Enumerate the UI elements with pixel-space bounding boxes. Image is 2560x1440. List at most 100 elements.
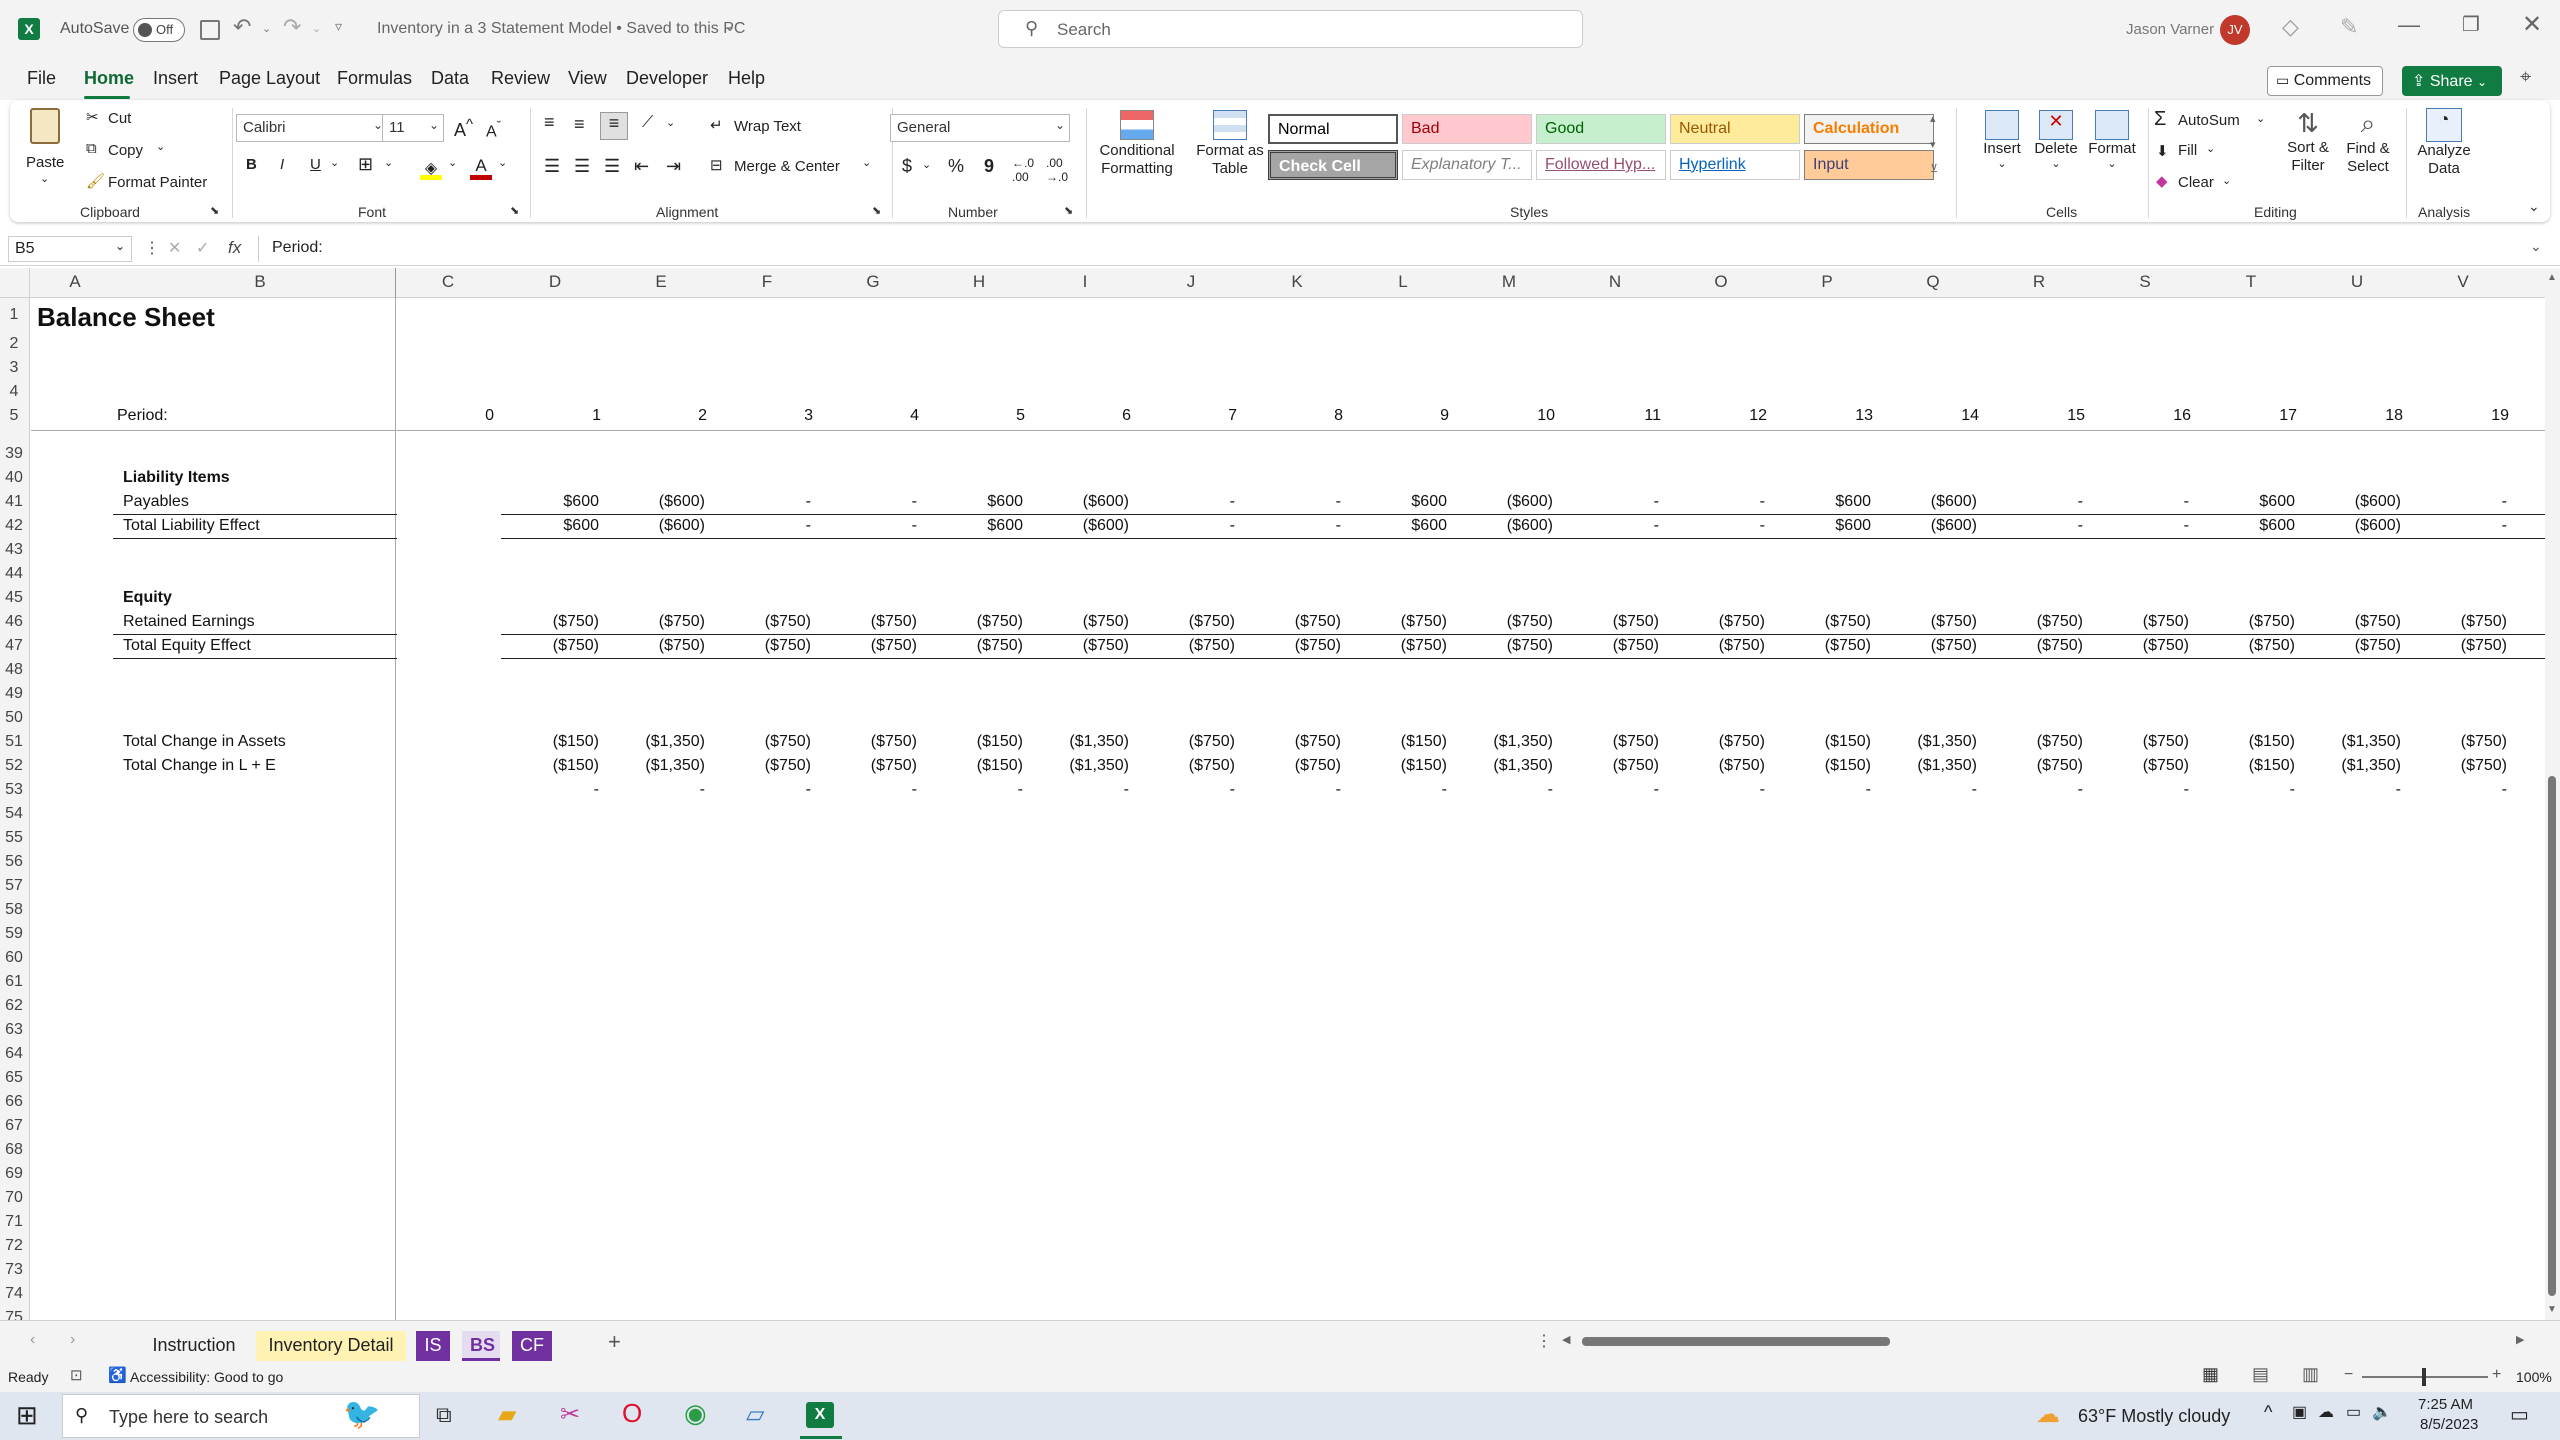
row-header-68[interactable]: 68 [0,1141,28,1159]
value-cell[interactable]: - [1973,517,2083,535]
period-cell[interactable]: 0 [394,407,494,425]
value-cell[interactable]: ($750) [2291,637,2401,655]
value-cell[interactable]: ($750) [1549,733,1659,751]
value-cell[interactable]: - [2397,781,2507,799]
value-cell[interactable]: ($750) [1761,637,1871,655]
row-header-64[interactable]: 64 [0,1045,28,1063]
styles-scroll-up-icon[interactable]: ▴ [1930,112,1936,125]
notifications-icon[interactable]: ▭ [2510,1402,2529,1427]
value-cell[interactable]: ($750) [2079,613,2189,631]
value-cell[interactable]: ($1,350) [1019,733,1129,751]
menu-formulas[interactable]: Formulas [337,68,412,89]
period-cell[interactable]: 14 [1879,407,1979,425]
paste-button[interactable]: Paste ⌄ [26,106,66,196]
value-cell[interactable]: ($750) [1443,637,1553,655]
value-cell[interactable]: ($600) [1867,517,1977,535]
value-cell[interactable]: - [701,781,811,799]
column-header-g[interactable]: G [823,272,923,292]
increase-decimal-icon[interactable]: ←.0.00 [1012,156,1034,184]
value-cell[interactable]: ($1,350) [2291,757,2401,775]
opera-icon[interactable]: O [622,1398,642,1429]
accessibility-status[interactable]: Accessibility: Good to go [130,1369,283,1385]
customize-toolbar-icon[interactable]: ▿ [335,18,342,35]
align-center-icon[interactable]: ☰ [574,156,590,177]
tab-bs[interactable]: BS [462,1331,500,1361]
value-cell[interactable]: ($750) [2397,613,2507,631]
value-cell[interactable]: $600 [1337,493,1447,511]
value-cell[interactable]: ($600) [595,493,705,511]
period-cell[interactable]: 7 [1137,407,1237,425]
row-header-47[interactable]: 47 [0,637,28,655]
page-layout-view-icon[interactable]: ▤ [2252,1364,2269,1385]
period-cell[interactable]: 17 [2197,407,2297,425]
value-cell[interactable]: $600 [2185,493,2295,511]
value-cell[interactable]: ($750) [807,733,917,751]
value-cell[interactable]: - [1337,781,1447,799]
fill-icon[interactable]: ⬇ [2156,142,2169,160]
value-cell[interactable]: - [1867,781,1977,799]
row-header-43[interactable]: 43 [0,541,28,559]
value-cell[interactable]: $600 [1761,493,1871,511]
column-header-t[interactable]: T [2201,272,2301,292]
payables-label[interactable]: Payables [123,493,189,511]
value-cell[interactable]: - [2185,781,2295,799]
value-cell[interactable]: ($750) [701,613,811,631]
italic-button[interactable]: I [280,156,284,173]
diamond-icon[interactable]: ◇ [2282,14,2299,40]
value-cell[interactable]: ($750) [1867,637,1977,655]
value-cell[interactable]: ($750) [1231,613,1341,631]
value-cell[interactable]: - [1231,517,1341,535]
menu-home[interactable]: Home [84,68,134,89]
row-header-67[interactable]: 67 [0,1117,28,1135]
snipping-tool-icon[interactable]: ✂ [560,1400,580,1429]
value-cell[interactable]: ($150) [489,757,599,775]
underline-button[interactable]: U [310,156,321,173]
value-cell[interactable]: - [2079,493,2189,511]
period-cell[interactable]: 1 [501,407,601,425]
zoom-in-icon[interactable]: + [2492,1366,2501,1384]
equity-header[interactable]: Equity [123,589,172,607]
scroll-right-icon[interactable]: ▶ [2516,1333,2524,1346]
number-format-select[interactable]: General ⌄ [890,114,1070,142]
title-dropdown-icon[interactable]: ⌄ [724,18,736,35]
weather-text[interactable]: 63°F Mostly cloudy [2078,1406,2230,1427]
percent-button[interactable]: % [948,156,964,177]
page-break-view-icon[interactable]: ▥ [2302,1364,2319,1385]
period-cell[interactable]: 18 [2303,407,2403,425]
row-header-65[interactable]: 65 [0,1069,28,1087]
value-cell[interactable]: - [701,517,811,535]
row-header-54[interactable]: 54 [0,805,28,823]
row-header-70[interactable]: 70 [0,1189,28,1207]
file-explorer-icon[interactable]: ▰ [498,1400,516,1429]
clear-icon[interactable]: ◆ [2156,172,2168,190]
value-cell[interactable]: ($600) [2291,517,2401,535]
value-cell[interactable]: - [1125,493,1235,511]
insert-cells-button[interactable]: Insert ⌄ [1972,110,2032,170]
row-header-3[interactable]: 3 [0,359,28,377]
value-cell[interactable]: - [1655,781,1765,799]
row-header-61[interactable]: 61 [0,973,28,991]
name-box[interactable]: B5 ⌄ [8,236,132,262]
zoom-level[interactable]: 100% [2516,1369,2552,1385]
redo-dropdown-icon[interactable]: ⌄ [312,22,321,35]
zoom-out-icon[interactable]: − [2344,1366,2353,1384]
cell-style-good[interactable]: Good [1536,114,1666,144]
total-liability-label[interactable]: Total Liability Effect [123,517,260,535]
expand-formula-icon[interactable]: ⌄ [2530,238,2542,255]
row-header-55[interactable]: 55 [0,829,28,847]
liability-items-header[interactable]: Liability Items [123,469,230,487]
tab-scroll-left-icon[interactable]: ‹ [30,1331,35,1349]
value-cell[interactable]: - [1973,781,2083,799]
tab-cf[interactable]: CF [512,1331,552,1361]
value-cell[interactable]: ($750) [2185,637,2295,655]
value-cell[interactable]: - [2291,781,2401,799]
value-cell[interactable]: - [1125,517,1235,535]
row-header-46[interactable]: 46 [0,613,28,631]
merge-dropdown-icon[interactable]: ⌄ [862,156,871,169]
value-cell[interactable]: $600 [913,517,1023,535]
copy-button[interactable]: Copy [108,142,143,159]
row-header-50[interactable]: 50 [0,709,28,727]
row-header-59[interactable]: 59 [0,925,28,943]
tab-instruction[interactable]: Instruction [140,1331,248,1361]
format-painter-button[interactable]: Format Painter [108,174,207,191]
